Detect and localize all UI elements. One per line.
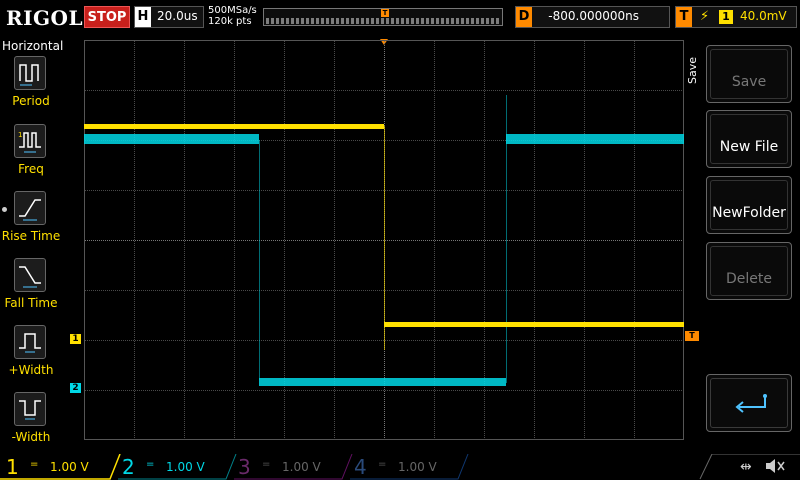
measure-positive-width-label: +Width: [8, 363, 54, 377]
new-file-button[interactable]: New File: [706, 110, 792, 168]
ch2-number: 2: [122, 455, 135, 479]
svg-text:1: 1: [18, 131, 22, 139]
waveform-traces: [84, 95, 684, 386]
period-icon: [14, 56, 46, 90]
measure-fall-time-label: Fall Time: [4, 296, 58, 310]
new-file-button-label: New File: [719, 139, 779, 155]
save-button-label: Save: [731, 74, 767, 90]
measure-frequency[interactable]: 1 Freq: [0, 124, 62, 184]
ch3-status[interactable]: 3 = 1.00 V: [232, 454, 350, 480]
channel-status-bar: 1 = 1.00 V 2 = 1.00 V 3 = 1.00 V 4 = 1.0…: [0, 454, 800, 480]
rising-edge-icon: ⚡: [700, 9, 710, 24]
delay-value: -800.000000ns: [548, 9, 639, 23]
ch1-high-segment: [84, 124, 384, 129]
ch1-number: 1: [6, 455, 19, 479]
measure-frequency-label: Freq: [18, 162, 44, 176]
dc-coupling-icon: =: [146, 459, 155, 470]
waveform-display[interactable]: [84, 40, 684, 440]
trigger-key: T: [676, 7, 692, 27]
ch2-status[interactable]: 2 = 1.00 V: [116, 454, 234, 480]
memory-waveform-preview: [266, 18, 500, 24]
delete-button[interactable]: Delete: [706, 242, 792, 300]
trigger-box[interactable]: T ⚡ 1 40.0mV: [675, 6, 797, 28]
trigger-level-marker[interactable]: T: [685, 331, 699, 341]
return-arrow-icon: [735, 394, 767, 413]
ch2-low-segment: [259, 378, 506, 386]
measure-rise-time-label: Rise Time: [1, 229, 61, 243]
measure-fall-time[interactable]: Fall Time: [0, 258, 62, 318]
speaker-muted-icon[interactable]: [764, 457, 786, 479]
ch1-scale: 1.00 V: [50, 460, 89, 474]
dc-coupling-icon: =: [262, 459, 271, 470]
measure-period-label: Period: [12, 94, 50, 108]
ch2-rising-edge: [506, 95, 507, 383]
memory-trigger-marker: T: [381, 9, 389, 17]
sample-rate: 500MSa/s: [208, 5, 257, 16]
ch2-ground-marker[interactable]: 2: [70, 383, 81, 393]
timebase-key: H: [135, 7, 151, 27]
return-button[interactable]: [706, 374, 792, 432]
measure-menu: Horizontal Period 1 Freq Rise Time Fall …: [0, 36, 64, 454]
ch1-ground-marker[interactable]: 1: [70, 334, 81, 344]
delete-button-label: Delete: [726, 271, 772, 287]
measure-rise-time[interactable]: Rise Time: [0, 191, 62, 251]
fall-time-icon: [14, 258, 46, 292]
dc-coupling-icon: =: [378, 459, 387, 470]
new-folder-button-label: NewFolder: [712, 205, 786, 221]
positive-width-icon: [14, 325, 46, 359]
negative-width-icon: [14, 392, 46, 426]
ch2-scale: 1.00 V: [166, 460, 205, 474]
measure-period[interactable]: Period: [0, 56, 62, 116]
save-menu-title: Save: [686, 56, 699, 84]
rise-time-icon: [14, 191, 46, 225]
trigger-level: 40.0mV: [740, 9, 787, 23]
dc-coupling-icon: =: [30, 459, 39, 470]
trigger-source: 1: [719, 10, 733, 24]
ch2-high-segment: [506, 134, 684, 144]
ch3-number: 3: [238, 455, 251, 479]
save-button[interactable]: Save: [706, 45, 792, 103]
timebase-box[interactable]: H 20.0us: [134, 6, 204, 28]
ch4-scale: 1.00 V: [398, 460, 437, 474]
new-folder-button[interactable]: NewFolder: [706, 176, 792, 234]
measure-negative-width[interactable]: -Width: [0, 392, 62, 452]
ch1-status[interactable]: 1 = 1.00 V: [0, 454, 118, 480]
ch1-low-segment: [384, 322, 684, 327]
usb-icon: ⇹: [740, 459, 752, 475]
delay-key: D: [516, 7, 532, 27]
ch4-number: 4: [354, 455, 367, 479]
top-status-bar: RIGOL STOP H 20.0us 500MSa/s 120k pts T …: [0, 0, 800, 36]
measure-negative-width-label: -Width: [11, 430, 51, 444]
rigol-logo: RIGOL: [6, 6, 84, 30]
run-stop-status[interactable]: STOP: [84, 6, 130, 28]
measure-menu-title: Horizontal: [2, 39, 64, 53]
frequency-icon: 1: [14, 124, 46, 158]
ch1-trace: [84, 124, 684, 350]
memory-depth: 120k pts: [208, 16, 252, 27]
ch1-falling-edge: [384, 126, 385, 350]
ch2-high-segment: [84, 134, 259, 144]
acquisition-info: 500MSa/s 120k pts: [208, 5, 257, 27]
ch2-falling-edge: [259, 140, 260, 380]
measure-positive-width[interactable]: +Width: [0, 325, 62, 385]
timebase-value: 20.0us: [157, 9, 198, 23]
ch4-status[interactable]: 4 = 1.00 V: [348, 454, 466, 480]
memory-overview-strip[interactable]: T: [263, 8, 503, 26]
ch3-scale: 1.00 V: [282, 460, 321, 474]
delay-box[interactable]: D -800.000000ns: [515, 6, 670, 28]
